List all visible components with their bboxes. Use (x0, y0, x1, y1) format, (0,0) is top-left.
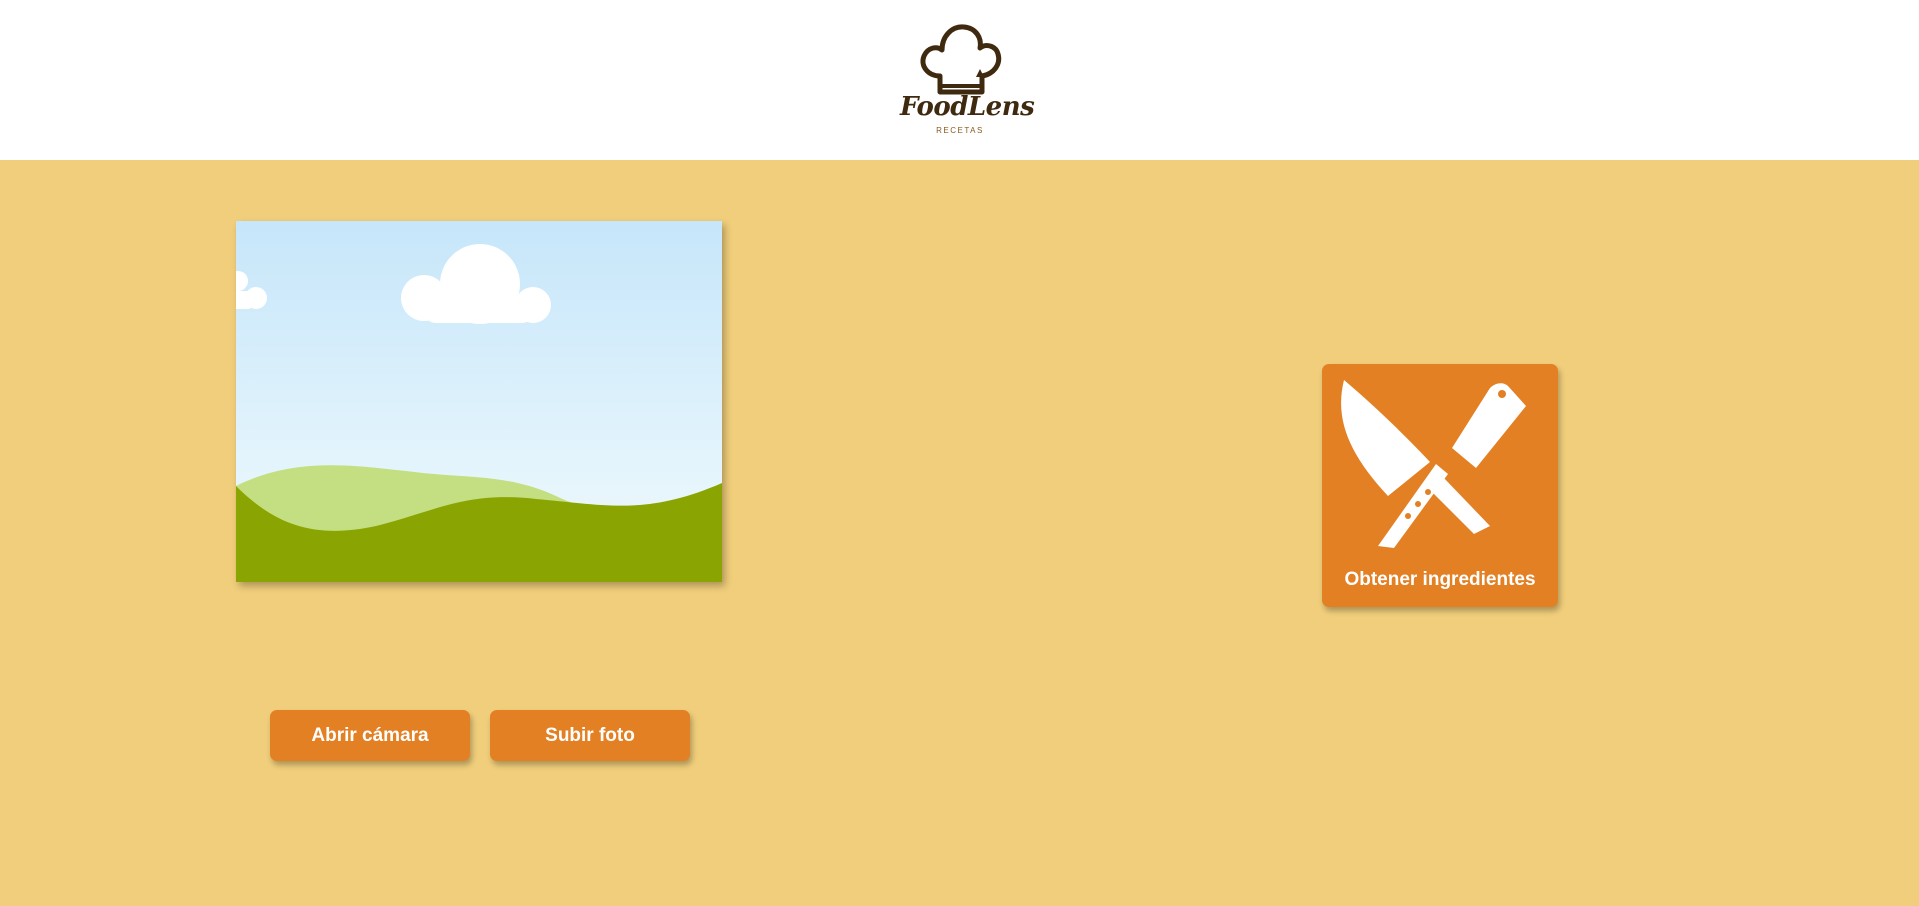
logo-subtitle: RECETAS (936, 126, 984, 135)
crossed-knives-icon (1341, 380, 1526, 548)
logo: FoodLens RECETAS (900, 22, 1035, 140)
open-camera-button[interactable]: Abrir cámara (270, 710, 470, 761)
upload-photo-button[interactable]: Subir foto (490, 710, 690, 761)
chef-hat-icon (920, 24, 1002, 95)
get-ingredients-label: Obtener ingredientes (1344, 569, 1536, 590)
get-ingredients-button[interactable]: Obtener ingredientes (1322, 364, 1558, 607)
logo-wordmark: FoodLens (900, 92, 1035, 122)
photo-preview (236, 221, 722, 582)
header: FoodLens RECETAS (0, 0, 1919, 160)
landscape-image-icon (236, 221, 722, 582)
